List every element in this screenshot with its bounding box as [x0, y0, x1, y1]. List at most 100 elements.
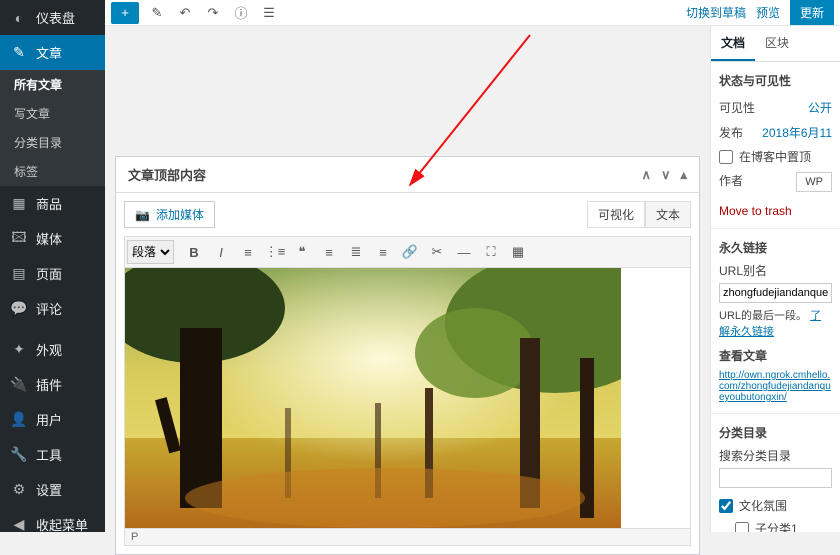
comments-icon: 💬 — [10, 300, 28, 318]
sidebar-item-dashboard[interactable]: ◐ 仪表盘 — [0, 0, 105, 35]
permalink-title: 永久链接 — [719, 239, 832, 256]
trash-link[interactable]: Move to trash — [719, 204, 792, 218]
undo-button[interactable]: ↶ — [171, 2, 199, 24]
visual-tab[interactable]: 可视化 — [587, 201, 645, 228]
appearance-icon: ✦ — [10, 341, 28, 359]
sidebar-item-pages[interactable]: ▤ 页面 — [0, 256, 105, 291]
info-button[interactable]: ⓘ — [227, 2, 255, 24]
add-block-button[interactable]: + — [111, 2, 139, 24]
sidebar-item-plugins[interactable]: 🔌 插件 — [0, 367, 105, 402]
ul-button[interactable]: ≡ — [235, 239, 261, 265]
chevron-up-icon[interactable]: ∧ — [641, 167, 651, 183]
ol-button[interactable]: ⋮≡ — [262, 239, 288, 265]
add-media-button[interactable]: 📷 添加媒体 — [124, 201, 215, 228]
visibility-label: 可见性 — [719, 99, 755, 116]
quote-button[interactable]: ❝ — [289, 239, 315, 265]
more-button[interactable]: — — [451, 239, 477, 265]
sidebar-collapse[interactable]: ◀ 收起菜单 — [0, 507, 105, 542]
format-select[interactable]: 段落 — [127, 240, 174, 264]
media-icon: 📷 — [135, 208, 150, 222]
toolbar-toggle-button[interactable]: ▦ — [505, 239, 531, 265]
outline-button[interactable]: ☰ — [255, 2, 283, 24]
search-categories-label: 搜索分类目录 — [719, 447, 832, 464]
author-select[interactable]: WP — [796, 172, 832, 192]
fullscreen-button[interactable]: ⛶ — [478, 239, 504, 265]
sidebar-label: 媒体 — [36, 229, 62, 248]
sidebar-label: 用户 — [36, 410, 62, 429]
category-checkbox-culture[interactable] — [719, 499, 733, 513]
collapse-icon: ◀ — [10, 516, 28, 534]
metabox-header: 文章顶部内容 ∧ ∨ ▴ — [116, 157, 699, 193]
sidebar-label: 页面 — [36, 264, 62, 283]
submenu-tags[interactable]: 标签 — [0, 157, 105, 186]
align-center-button[interactable]: ≣ — [343, 239, 369, 265]
products-icon: ▦ — [10, 195, 28, 213]
sidebar-item-comments[interactable]: 💬 评论 — [0, 291, 105, 326]
category-label: 文化氛围 — [739, 497, 787, 514]
add-media-label: 添加媒体 — [156, 206, 204, 223]
sidebar-item-users[interactable]: 👤 用户 — [0, 402, 105, 437]
sidebar-item-settings[interactable]: ⚙ 设置 — [0, 472, 105, 507]
submenu-categories[interactable]: 分类目录 — [0, 128, 105, 157]
category-checkbox-sub1[interactable] — [735, 522, 749, 533]
switch-editor-link[interactable]: 切换到草稿 — [686, 4, 746, 21]
sidebar-label: 插件 — [36, 375, 62, 394]
editor-topbar: + ✎ ↶ ↷ ⓘ ☰ 切换到草稿 预览 更新 — [105, 0, 840, 26]
pages-icon: ▤ — [10, 265, 28, 283]
editor-main: 文章顶部内容 ∧ ∨ ▴ 📷 添加媒体 可视化 文本 段落 B I ≡ ⋮≡ — [105, 26, 710, 532]
redo-button[interactable]: ↷ — [199, 2, 227, 24]
publish-date[interactable]: 2018年6月11 — [762, 124, 832, 141]
dashboard-icon: ◐ — [10, 9, 28, 27]
editor-content-area[interactable] — [124, 268, 691, 529]
sidebar-label: 商品 — [36, 194, 62, 213]
sidebar-label: 评论 — [36, 299, 62, 318]
bold-button[interactable]: B — [181, 239, 207, 265]
link-button[interactable]: 🔗 — [397, 239, 423, 265]
categories-title: 分类目录 — [719, 424, 832, 441]
sidebar-item-appearance[interactable]: ✦ 外观 — [0, 332, 105, 367]
edit-icon[interactable]: ✎ — [143, 2, 171, 24]
editor-toolbar: 段落 B I ≡ ⋮≡ ❝ ≡ ≣ ≡ 🔗 ✂ — ⛶ ▦ — [124, 236, 691, 268]
settings-icon: ⚙ — [10, 481, 28, 499]
author-label: 作者 — [719, 172, 743, 192]
sidebar-item-posts[interactable]: ✎ 文章 — [0, 35, 105, 70]
status-title: 状态与可见性 — [719, 72, 832, 89]
settings-panel: 文档 区块 状态与可见性 可见性 公开 发布 2018年6月11 在博客中置顶 … — [710, 26, 840, 532]
view-post-title: 查看文章 — [719, 347, 832, 364]
sidebar-item-products[interactable]: ▦ 商品 — [0, 186, 105, 221]
category-label: 子分类1 — [755, 520, 798, 532]
post-url-link[interactable]: http://own.ngrok.cmhello.com/zhongfudeji… — [719, 370, 831, 403]
italic-button[interactable]: I — [208, 239, 234, 265]
visibility-value[interactable]: 公开 — [808, 99, 832, 116]
sidebar-label: 文章 — [36, 43, 62, 62]
posts-submenu: 所有文章 写文章 分类目录 标签 — [0, 70, 105, 186]
sidebar-label: 收起菜单 — [36, 515, 88, 534]
align-left-button[interactable]: ≡ — [316, 239, 342, 265]
media-icon: 🖾 — [10, 230, 28, 248]
url-last-label: URL的最后一段。 — [719, 310, 807, 322]
align-right-button[interactable]: ≡ — [370, 239, 396, 265]
sidebar-label: 仪表盘 — [36, 8, 75, 27]
chevron-down-icon[interactable]: ∨ — [661, 167, 671, 183]
url-alias-input[interactable] — [719, 283, 832, 303]
block-tab[interactable]: 区块 — [755, 26, 799, 61]
search-categories-input[interactable] — [719, 468, 832, 488]
document-tab[interactable]: 文档 — [711, 26, 755, 61]
preview-link[interactable]: 预览 — [756, 4, 780, 21]
plugins-icon: 🔌 — [10, 376, 28, 394]
toggle-icon[interactable]: ▴ — [680, 167, 687, 183]
text-tab[interactable]: 文本 — [645, 201, 691, 228]
sidebar-item-tools[interactable]: 🔧 工具 — [0, 437, 105, 472]
metabox-top-content: 文章顶部内容 ∧ ∨ ▴ 📷 添加媒体 可视化 文本 段落 B I ≡ ⋮≡ — [115, 156, 700, 555]
sidebar-item-media[interactable]: 🖾 媒体 — [0, 221, 105, 256]
sticky-checkbox[interactable] — [719, 150, 733, 164]
unlink-button[interactable]: ✂ — [424, 239, 450, 265]
submenu-new-post[interactable]: 写文章 — [0, 99, 105, 128]
submenu-all-posts[interactable]: 所有文章 — [0, 70, 105, 99]
publish-label: 发布 — [719, 124, 743, 141]
pin-icon: ✎ — [10, 44, 28, 62]
sidebar-label: 外观 — [36, 340, 62, 359]
sticky-label: 在博客中置顶 — [739, 148, 811, 165]
sidebar-label: 工具 — [36, 445, 62, 464]
update-button[interactable]: 更新 — [790, 0, 834, 25]
